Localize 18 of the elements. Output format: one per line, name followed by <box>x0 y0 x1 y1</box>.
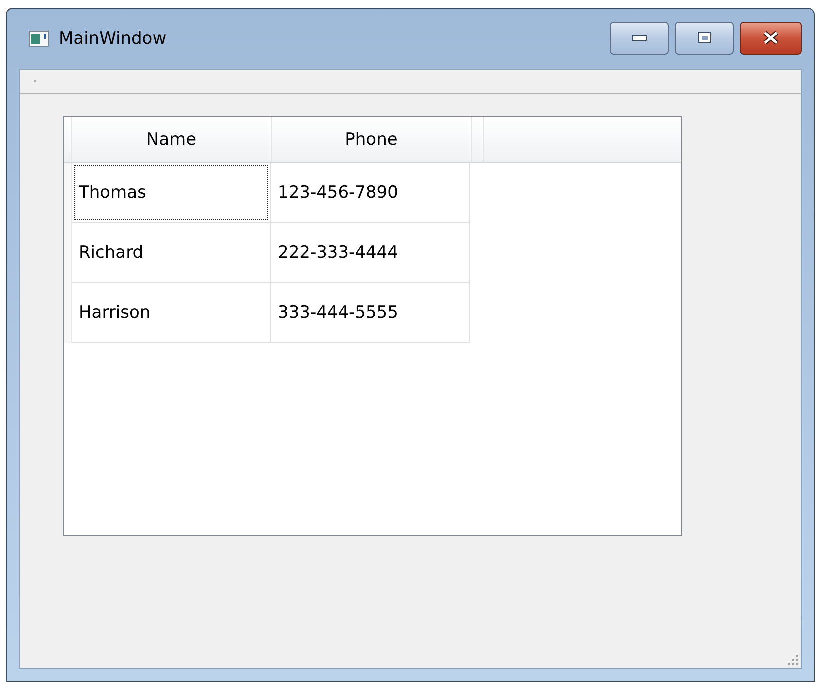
table-cell[interactable]: Richard <box>72 223 271 283</box>
table-cell[interactable]: Thomas <box>72 163 271 223</box>
minimize-icon <box>632 34 648 42</box>
minimize-button[interactable] <box>610 22 669 54</box>
table-cell[interactable]: Harrison <box>72 283 271 343</box>
strip-grip-icon <box>34 80 36 82</box>
maximize-button[interactable] <box>675 22 734 54</box>
column-header[interactable]: Phone <box>272 117 472 162</box>
column-header[interactable]: Name <box>72 117 272 162</box>
table-cell[interactable]: 123-456-7890 <box>271 163 470 223</box>
maximize-icon <box>696 32 712 44</box>
close-button[interactable] <box>740 22 802 54</box>
table-cell[interactable]: 222-333-4444 <box>271 223 470 283</box>
window-title: MainWindow <box>59 29 167 49</box>
resize-grip-icon <box>787 654 799 666</box>
close-icon <box>762 31 780 45</box>
window-icon <box>29 31 49 47</box>
table-cell[interactable]: 333-444-5555 <box>271 283 470 343</box>
